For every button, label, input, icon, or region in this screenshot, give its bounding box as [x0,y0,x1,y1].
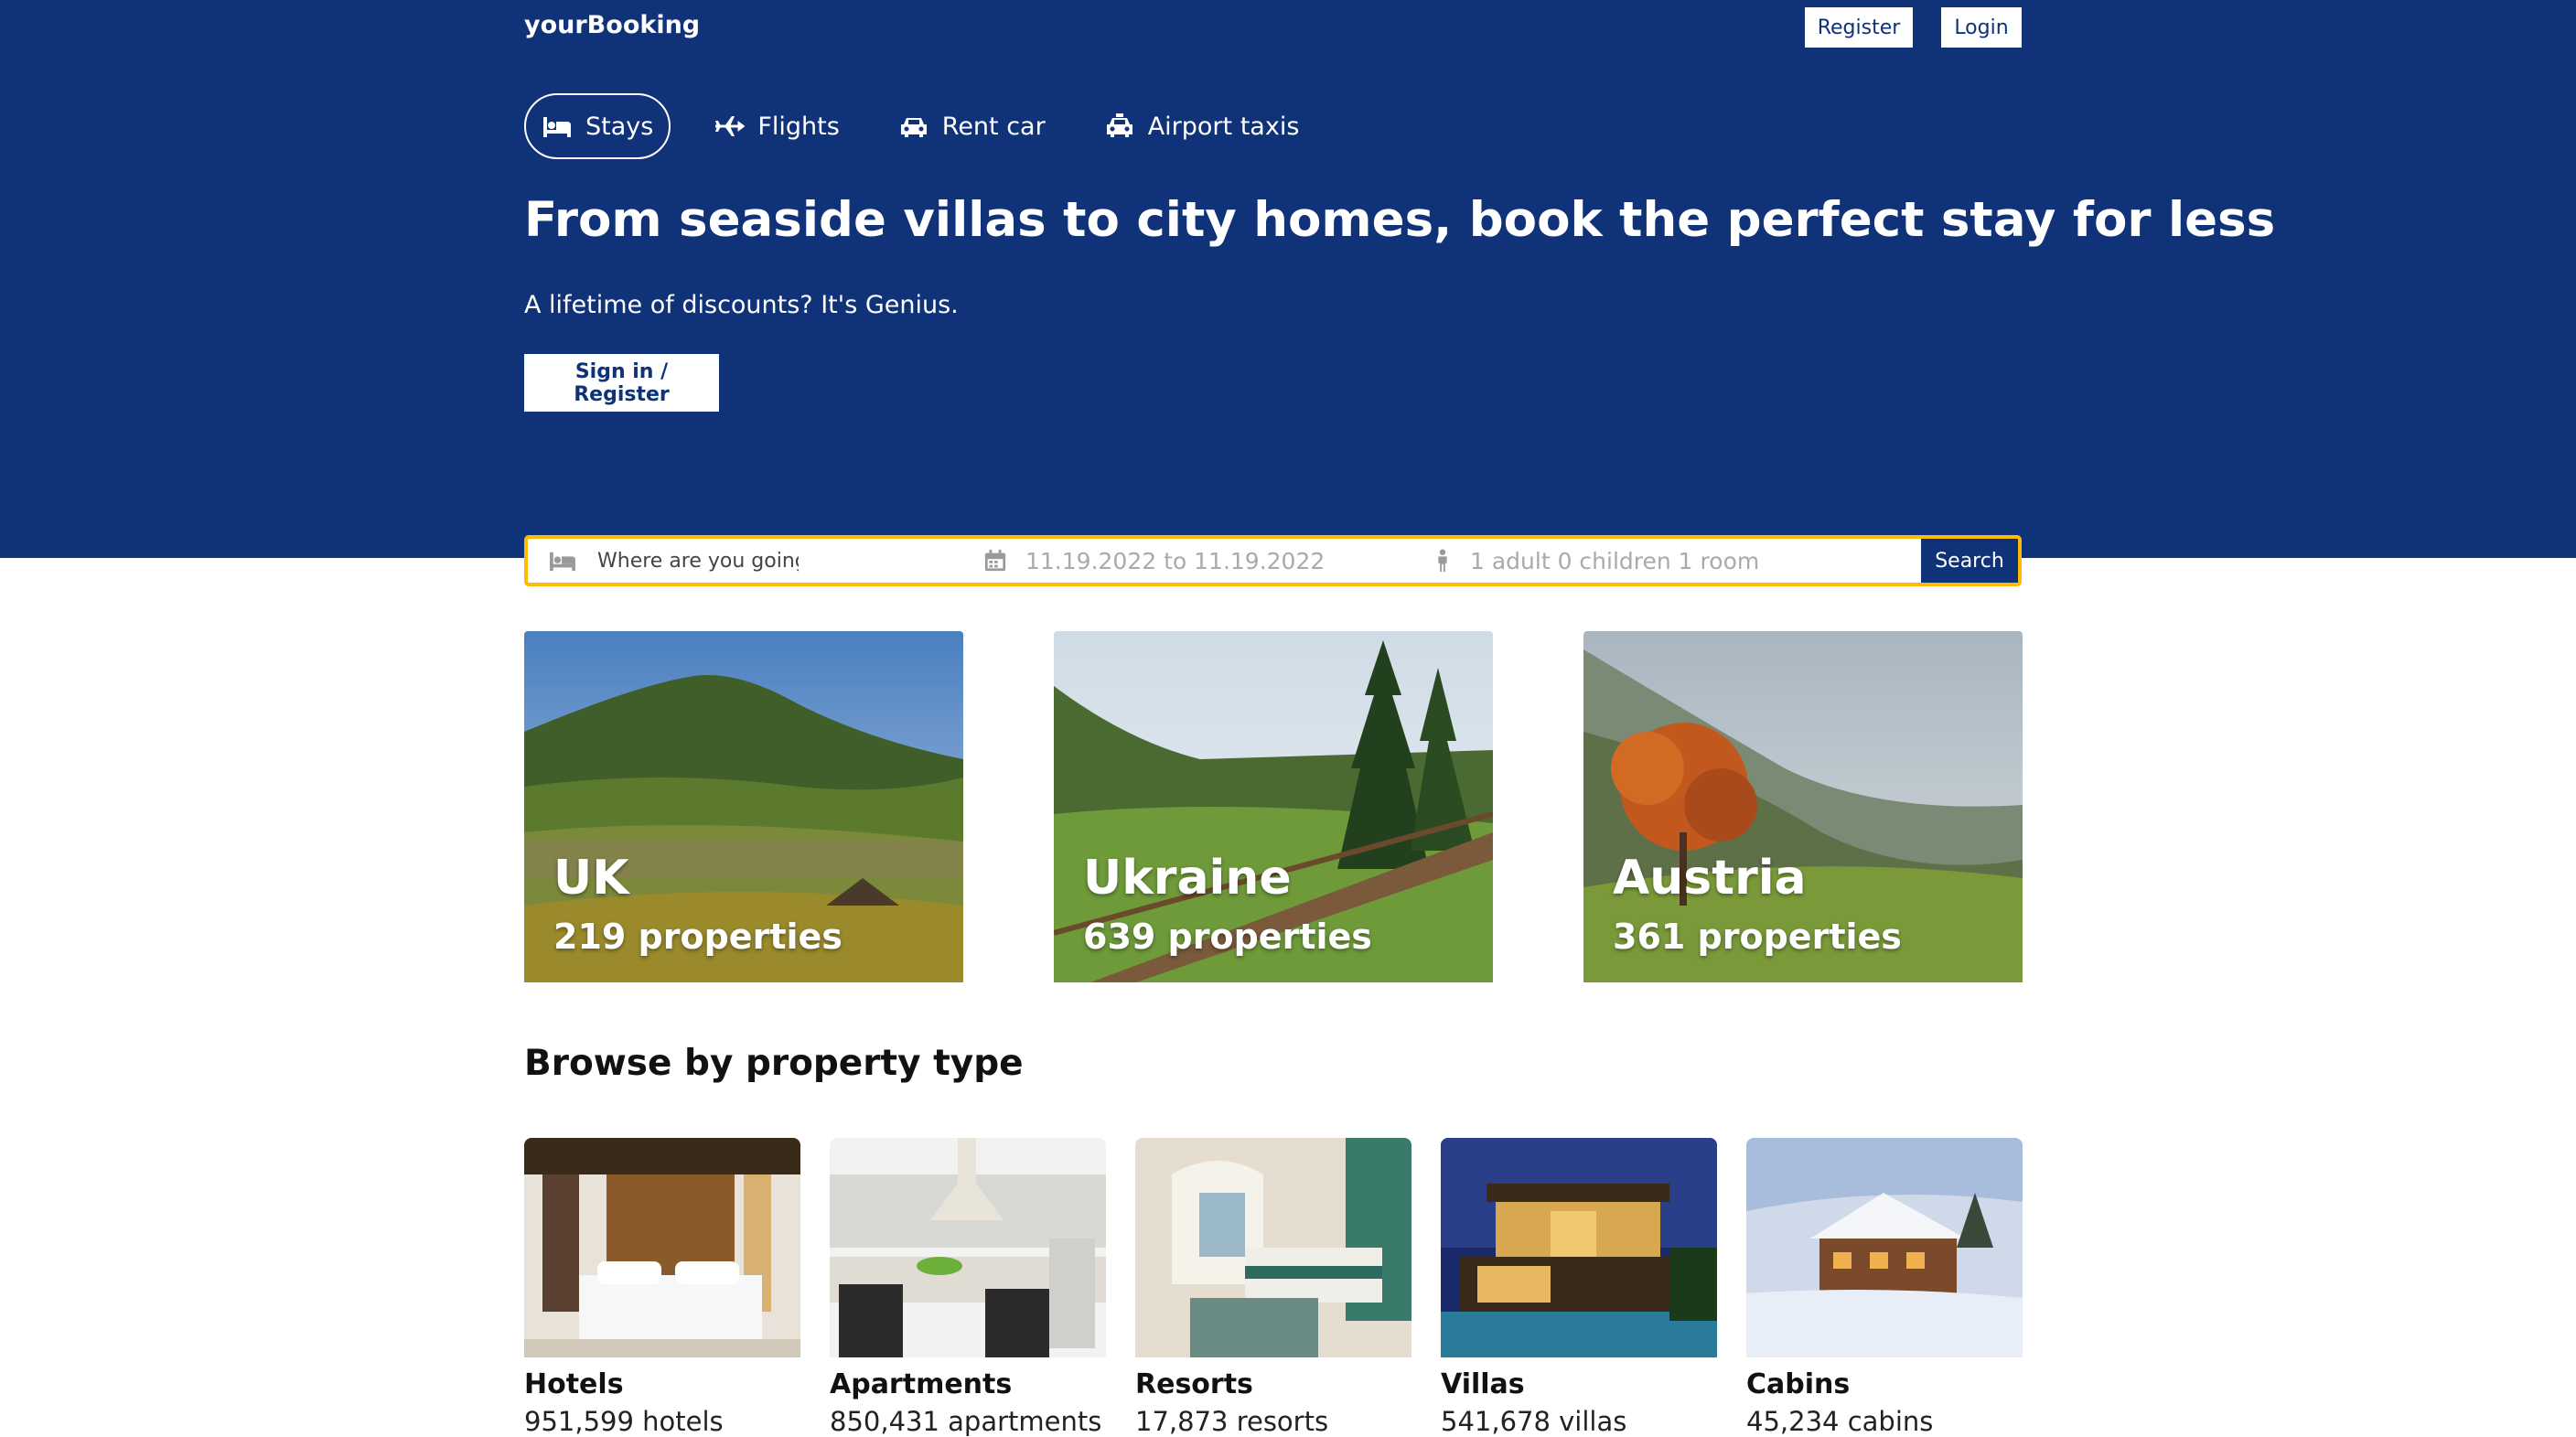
person-icon [1438,549,1447,573]
property-type-count: 17,873 resorts [1135,1406,1329,1437]
calendar-icon [984,549,1006,572]
plane-icon [715,116,746,136]
property-type-resorts[interactable]: Resorts 17,873 resorts [1135,1138,1411,1437]
car-icon [900,118,927,137]
cabin-snow-image [1746,1138,2023,1357]
property-type-name: Apartments [830,1368,1013,1400]
guests-text: 1 adult 0 children 1 room [1470,547,1760,574]
featured-card-ukraine[interactable]: Ukraine 639 properties [1054,631,1493,982]
property-type-name: Resorts [1135,1368,1253,1400]
bed-icon [550,552,575,572]
tab-airport-taxis[interactable]: Airport taxis [1089,93,1315,159]
property-section-title: Browse by property type [524,1043,1024,1084]
search-bar: 11.19.2022 to 11.19.2022 1 adult 0 child… [524,535,2022,586]
property-type-name: Villas [1441,1368,1525,1400]
tab-rent-car[interactable]: Rent car [883,93,1061,159]
guests-field[interactable]: 1 adult 0 children 1 room [1433,539,1946,583]
apartment-kitchen-image [830,1138,1106,1357]
site-logo[interactable]: yourBooking [524,11,700,39]
featured-card-austria[interactable]: Austria 361 properties [1583,631,2023,982]
hero-banner [0,0,2576,558]
date-range-text: 11.19.2022 to 11.19.2022 [1025,547,1326,574]
property-type-apartments[interactable]: Apartments 850,431 apartments [830,1138,1106,1437]
search-button[interactable]: Search [1921,539,2018,583]
tab-label: Rent car [941,112,1046,141]
property-type-name: Hotels [524,1368,624,1400]
destination-title: Austria [1613,851,1807,906]
tab-flights[interactable]: Flights [698,93,854,159]
resort-room-image [1135,1138,1411,1357]
property-type-count: 951,599 hotels [524,1406,724,1437]
taxi-icon [1106,113,1132,137]
destination-count: 361 properties [1613,917,1902,957]
tab-label: Flights [757,112,840,141]
hero-headline: From seaside villas to city homes, book … [524,192,2276,248]
destination-count: 639 properties [1083,917,1372,957]
destination-count: 219 properties [553,917,843,957]
property-type-count: 541,678 villas [1441,1406,1627,1437]
bed-icon [543,117,571,137]
destination-field[interactable] [548,539,987,583]
featured-card-uk[interactable]: UK 219 properties [524,631,963,982]
destination-title: Ukraine [1083,851,1292,906]
hero-subtitle: A lifetime of discounts? It's Genius. [524,291,959,319]
sign-in-register-button[interactable]: Sign in / Register [524,354,719,412]
date-field[interactable]: 11.19.2022 to 11.19.2022 [983,539,1413,583]
property-type-count: 850,431 apartments [830,1406,1102,1437]
tab-label: Airport taxis [1147,112,1300,141]
destination-input[interactable] [596,548,800,574]
property-type-name: Cabins [1746,1368,1851,1400]
login-button[interactable]: Login [1941,7,2022,48]
register-button[interactable]: Register [1805,7,1913,48]
property-type-count: 45,234 cabins [1746,1406,1934,1437]
product-tabs: Stays Flights Rent car Airport taxis [524,92,1342,160]
property-type-cabins[interactable]: Cabins 45,234 cabins [1746,1138,2023,1437]
villa-night-image [1441,1138,1717,1357]
tab-stays[interactable]: Stays [524,93,671,159]
hotel-room-image [524,1138,800,1357]
tab-label: Stays [585,112,654,141]
property-type-villas[interactable]: Villas 541,678 villas [1441,1138,1717,1437]
destination-title: UK [553,851,629,906]
property-type-hotels[interactable]: Hotels 951,599 hotels [524,1138,800,1437]
